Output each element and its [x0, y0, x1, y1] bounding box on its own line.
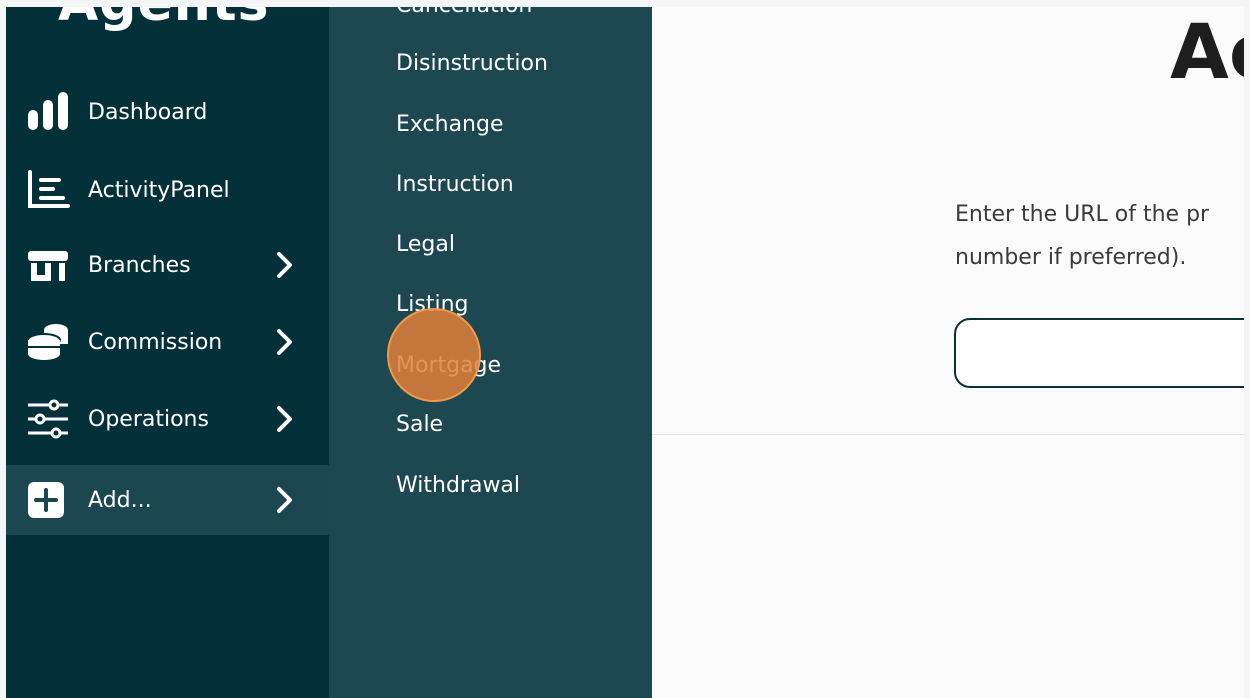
add-submenu: Cancellation Disinstruction Exchange Ins…: [329, 7, 652, 698]
submenu-item-legal[interactable]: Legal: [396, 232, 455, 257]
sidebar-item-label: Dashboard: [88, 99, 208, 125]
chevron-right-icon: [274, 485, 296, 515]
sidebar-item-dashboard[interactable]: Dashboard: [6, 77, 329, 147]
coins-icon: [26, 320, 74, 364]
divider: [652, 434, 1244, 435]
submenu-item-cancellation[interactable]: Cancellation: [396, 7, 532, 18]
plus-square-icon: [26, 478, 74, 522]
app-logo: Agents: [58, 7, 270, 33]
main-content: Ac Enter the URL of the pr number if pre…: [652, 7, 1244, 698]
url-input[interactable]: [954, 318, 1244, 388]
activity-list-icon: [26, 168, 74, 212]
chevron-right-icon: [274, 250, 296, 280]
submenu-item-listing[interactable]: Listing: [396, 292, 468, 317]
sidebar-item-operations[interactable]: Operations: [6, 384, 329, 454]
submenu-item-disinstruction[interactable]: Disinstruction: [396, 51, 548, 76]
sidebar: Agents Dashboard ActivityPanel: [6, 7, 329, 698]
submenu-item-sale[interactable]: Sale: [396, 412, 443, 437]
sidebar-item-add[interactable]: Add...: [6, 465, 329, 535]
sidebar-item-branches[interactable]: Branches: [6, 230, 329, 300]
submenu-item-mortgage[interactable]: Mortgage: [396, 353, 501, 378]
sidebar-item-label: Commission: [88, 329, 223, 355]
sidebar-item-label: Operations: [88, 406, 209, 432]
sidebar-item-label: Add...: [88, 487, 152, 513]
sidebar-item-activitypanel[interactable]: ActivityPanel: [6, 155, 329, 225]
sidebar-item-commission[interactable]: Commission: [6, 307, 329, 377]
page-title: Ac: [1170, 7, 1244, 96]
submenu-item-exchange[interactable]: Exchange: [396, 112, 504, 137]
submenu-item-instruction[interactable]: Instruction: [396, 172, 514, 197]
chevron-right-icon: [274, 404, 296, 434]
sidebar-item-label: ActivityPanel: [88, 177, 230, 203]
chevron-right-icon: [274, 327, 296, 357]
sliders-icon: [26, 397, 74, 441]
url-instructions: Enter the URL of the pr number if prefer…: [955, 202, 1210, 270]
sidebar-item-label: Branches: [88, 252, 191, 278]
app-window: Agents Dashboard ActivityPanel: [6, 7, 1244, 698]
storefront-icon: [26, 243, 74, 287]
submenu-item-withdrawal[interactable]: Withdrawal: [396, 473, 520, 498]
bar-chart-icon: [26, 90, 74, 134]
